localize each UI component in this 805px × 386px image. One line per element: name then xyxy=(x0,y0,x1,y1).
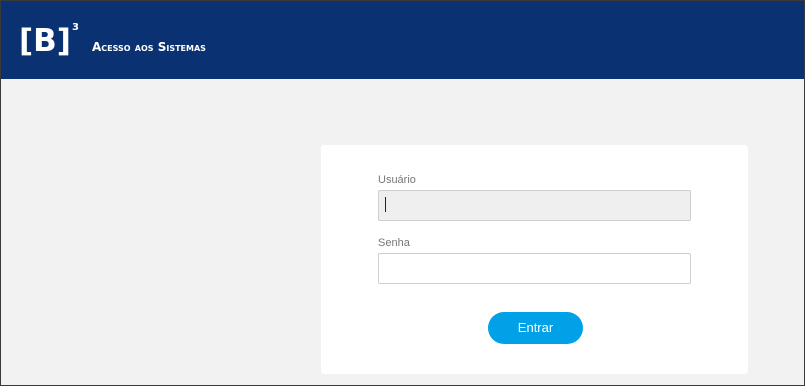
username-field[interactable] xyxy=(378,190,691,221)
logo-mark: [B] xyxy=(19,23,71,59)
text-cursor xyxy=(385,197,386,212)
login-button[interactable]: Entrar xyxy=(488,312,583,344)
logo-superscript: 3 xyxy=(71,22,79,33)
username-label: Usuário xyxy=(378,174,416,186)
page-title: Acesso aos Sistemas xyxy=(92,40,206,54)
password-label: Senha xyxy=(378,237,410,249)
b3-logo: [B] 3 xyxy=(19,22,79,65)
login-card: Usuário Senha Entrar xyxy=(321,145,748,374)
header-bar: [B] 3 Acesso aos Sistemas xyxy=(1,1,804,79)
password-field[interactable] xyxy=(378,253,691,284)
page-frame: [B] 3 Acesso aos Sistemas Usuário Senha … xyxy=(0,0,805,386)
